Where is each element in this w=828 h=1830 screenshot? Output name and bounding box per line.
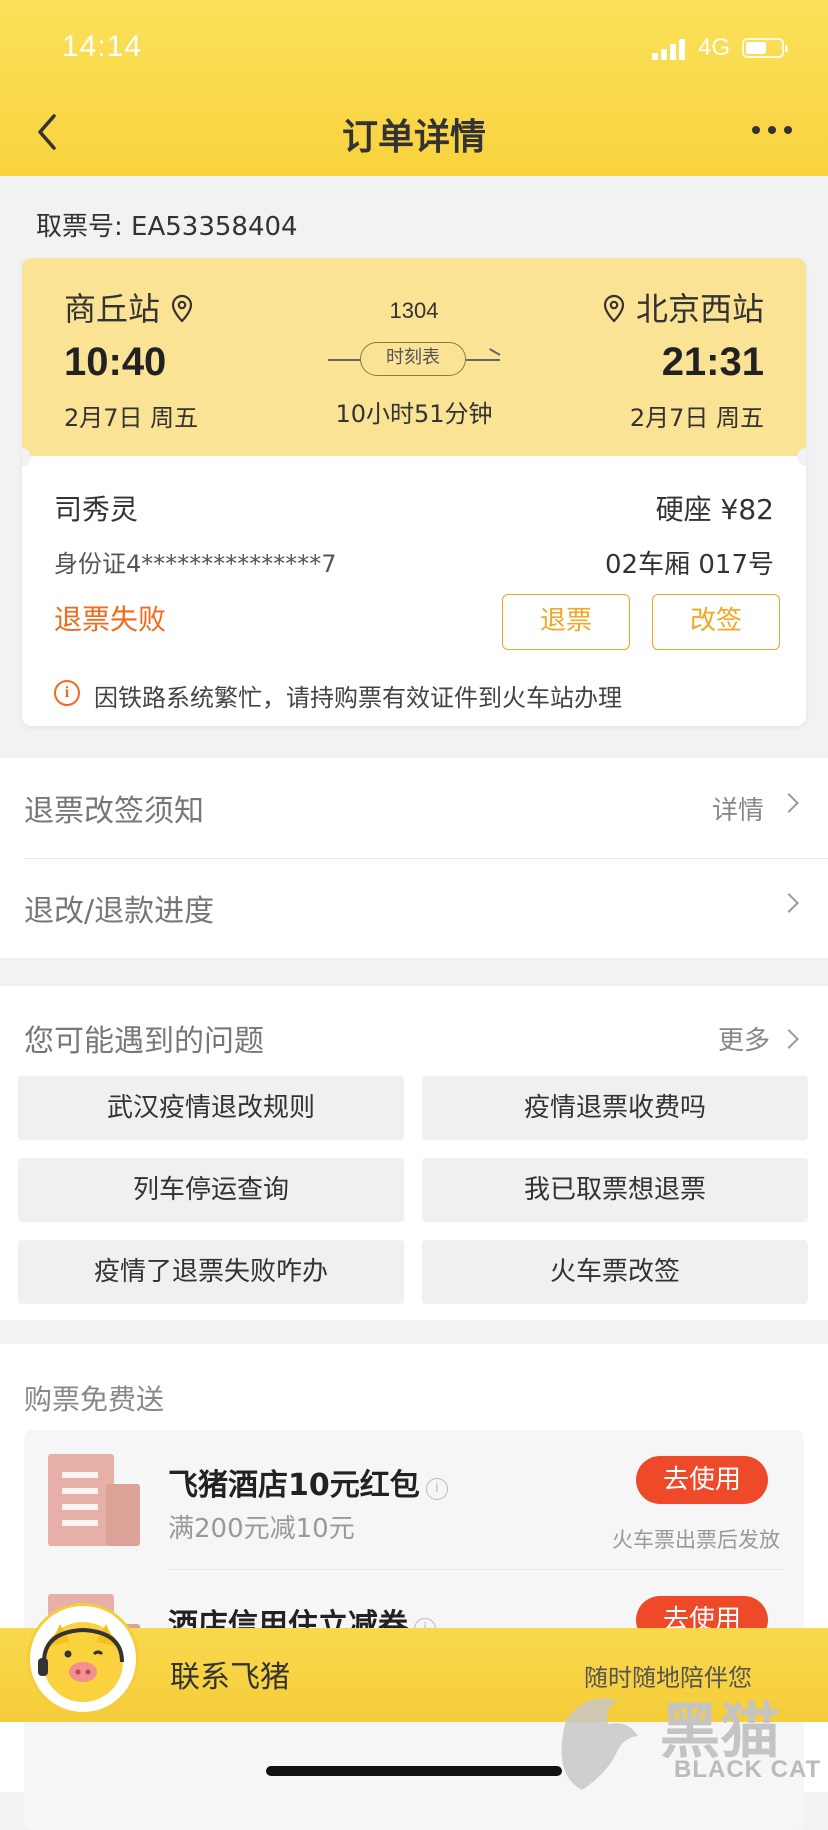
chevron-right-icon — [779, 893, 799, 913]
header-bar: 14:14 4G 订单详情 — [0, 0, 828, 176]
order-links: 退票改签须知 详情 退改/退款进度 — [0, 758, 828, 958]
chevron-right-icon — [779, 793, 799, 813]
coupon-issue-note: 火车票出票后发放 — [612, 1528, 780, 1552]
faq-item[interactable]: 疫情了退票失败咋办 — [18, 1240, 404, 1304]
faq-item[interactable]: 我已取票想退票 — [422, 1158, 808, 1222]
faq-item[interactable]: 火车票改签 — [422, 1240, 808, 1304]
change-ticket-button[interactable]: 改签 — [652, 594, 780, 650]
passenger-name: 司秀灵 — [54, 493, 139, 526]
use-coupon-button[interactable]: 去使用 — [636, 1456, 768, 1504]
info-icon: i — [54, 680, 80, 706]
route-line — [328, 359, 362, 361]
page-title: 订单详情 — [341, 117, 486, 158]
refund-progress-row[interactable]: 退改/退款进度 — [0, 858, 828, 958]
refund-button[interactable]: 退票 — [502, 594, 630, 650]
contact-sub: 随时随地陪伴您 — [584, 1664, 752, 1692]
contact-label: 联系飞猪 — [170, 1660, 290, 1695]
watermark-text: BLACK CAT — [674, 1756, 822, 1783]
arrow-right-icon — [489, 348, 501, 356]
battery-icon — [742, 38, 788, 58]
network-type: 4G — [698, 34, 731, 61]
ticket-card: 商丘站 北京西站 1304 10:40 21:31 时刻表 10小时51分钟 2… — [22, 258, 806, 726]
arrival-time: 21:31 — [661, 340, 764, 384]
notice-text: 因铁路系统繁忙，请持购票有效证件到火车站办理 — [94, 684, 622, 712]
chevron-right-icon — [779, 1029, 799, 1049]
refund-rules-label: 退票改签须知 — [24, 794, 204, 829]
refund-rules-detail: 详情 — [711, 796, 764, 826]
seat-number: 02车厢 017号 — [605, 550, 774, 580]
ticket-notch — [797, 448, 806, 466]
arrival-date: 2月7日 周五 — [629, 404, 764, 432]
hotel-building-icon — [48, 1454, 140, 1546]
coupon-name: 飞猪酒店10元红包 i — [168, 1460, 448, 1504]
coupon-name-text: 飞猪酒店10元红包 — [168, 1468, 420, 1503]
faq-more-link[interactable]: 更多 — [718, 1020, 770, 1057]
pickup-number: 取票号: EA53358404 — [36, 212, 298, 242]
departure-time: 10:40 — [64, 340, 167, 384]
refund-status: 退票失败 — [54, 603, 167, 636]
status-time: 14:14 — [62, 30, 143, 63]
train-number: 1304 — [389, 298, 439, 323]
coupon-item: 飞猪酒店10元红包 i 满200元减10元 去使用 火车票出票后发放 — [24, 1430, 804, 1570]
pig-mascot-icon — [38, 1622, 124, 1702]
faq-item[interactable]: 武汉疫情退改规则 — [18, 1076, 404, 1140]
promo-title: 购票免费送 — [24, 1383, 165, 1416]
info-icon[interactable]: i — [425, 1478, 448, 1500]
refund-progress-label: 退改/退款进度 — [24, 894, 215, 929]
coupon-desc: 满200元减10元 — [168, 1514, 355, 1544]
faq-title: 您可能遇到的问题 — [24, 1024, 264, 1059]
timetable-button[interactable]: 时刻表 — [360, 342, 466, 376]
more-options-button[interactable] — [752, 120, 796, 140]
id-card-number: 身份证4***************7 — [54, 550, 337, 578]
mascot-avatar[interactable] — [30, 1606, 136, 1712]
signal-icon — [652, 38, 688, 60]
departure-date: 2月7日 周五 — [64, 404, 199, 432]
seat-type-price: 硬座 ¥82 — [655, 493, 774, 526]
refund-rules-row[interactable]: 退票改签须知 详情 — [0, 758, 828, 859]
home-indicator[interactable] — [266, 1766, 562, 1776]
ticket-route-section: 商丘站 北京西站 1304 10:40 21:31 时刻表 10小时51分钟 2… — [22, 258, 806, 456]
faq-item[interactable]: 列车停运查询 — [18, 1158, 404, 1222]
faq-item[interactable]: 疫情退票收费吗 — [422, 1076, 808, 1140]
faq-section: 您可能遇到的问题 更多 武汉疫情退改规则 疫情退票收费吗 列车停运查询 我已取票… — [0, 986, 828, 1320]
route-line — [466, 359, 500, 361]
